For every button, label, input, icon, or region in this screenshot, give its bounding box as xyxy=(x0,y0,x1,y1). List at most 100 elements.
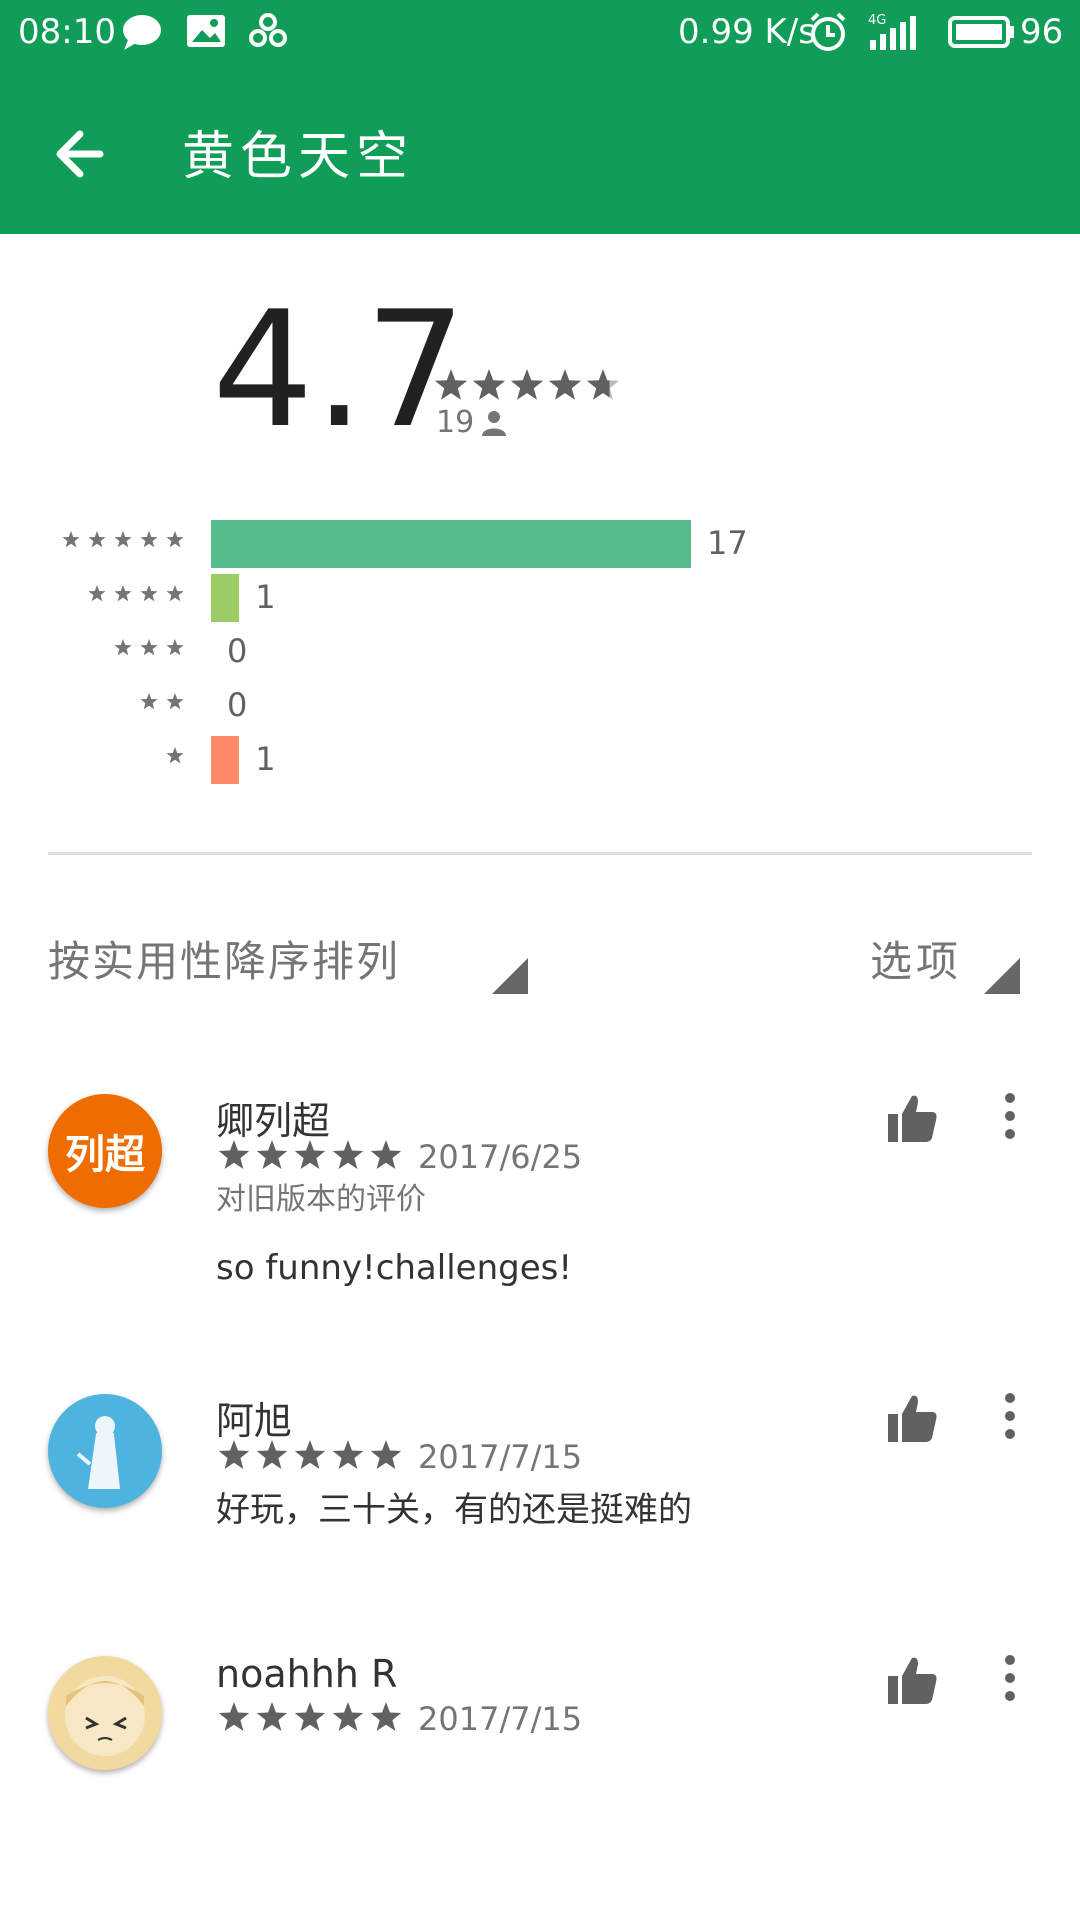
average-rating-stars xyxy=(434,369,620,400)
star-icon xyxy=(114,639,132,656)
star-icon xyxy=(88,585,106,602)
person-icon xyxy=(482,410,507,436)
histogram-count: 17 xyxy=(707,524,748,562)
avatar-illustration-icon xyxy=(76,1416,120,1489)
histogram-count: 0 xyxy=(227,632,248,670)
star-icon xyxy=(510,369,544,400)
image-icon xyxy=(187,15,225,47)
star-icon xyxy=(218,1440,250,1469)
star-icon xyxy=(472,369,506,400)
star-icon xyxy=(140,639,158,656)
star-icon xyxy=(166,747,184,764)
star-icon xyxy=(114,585,132,602)
histogram-count: 0 xyxy=(227,686,248,724)
star-icon xyxy=(332,1440,364,1469)
network-type: 4G xyxy=(868,13,886,28)
avatar[interactable] xyxy=(48,1656,162,1770)
review-version-note: 对旧版本的评价 xyxy=(216,1182,426,1217)
star-icon xyxy=(166,531,184,548)
clover-icon xyxy=(249,13,287,47)
star-icon xyxy=(166,639,184,656)
rating-count-value: 19 xyxy=(436,405,475,440)
star-icon xyxy=(166,585,184,602)
avatar[interactable] xyxy=(48,1394,162,1508)
alarm-icon xyxy=(810,12,846,51)
histogram-bar xyxy=(211,574,240,622)
divider xyxy=(48,852,1032,855)
review-stars xyxy=(216,1438,404,1472)
thumbs-up-icon[interactable] xyxy=(884,1652,940,1708)
battery-level: 96 xyxy=(1020,12,1064,52)
star-icon xyxy=(218,1702,250,1731)
avatar-text: 列超 xyxy=(65,1132,145,1178)
options-dropdown-arrow-icon[interactable] xyxy=(984,958,1020,994)
reviewer-name: 卿列超 xyxy=(216,1099,331,1143)
histogram-row-4-star: 1 xyxy=(0,574,1080,622)
thumbs-up-icon[interactable] xyxy=(884,1390,940,1446)
app-bar: 黄色天空 xyxy=(0,66,1080,234)
star-icon xyxy=(218,1140,250,1169)
histogram-star-label xyxy=(164,744,186,766)
star-icon xyxy=(256,1702,288,1731)
options-dropdown[interactable]: 选项 xyxy=(870,928,962,989)
histogram-row-5-star: 17 xyxy=(0,520,1080,568)
reviewer-name: 阿旭 xyxy=(216,1399,293,1443)
thumbs-up-icon[interactable] xyxy=(884,1090,940,1146)
star-icon xyxy=(332,1702,364,1731)
sort-dropdown[interactable]: 按实用性降序排列 xyxy=(48,928,400,989)
star-icon xyxy=(114,531,132,548)
review-date: 2017/7/15 xyxy=(418,1700,583,1738)
sort-dropdown-arrow-icon[interactable] xyxy=(492,958,528,994)
star-icon xyxy=(256,1440,288,1469)
reviewer-name: noahhh R xyxy=(216,1652,398,1696)
star-icon xyxy=(294,1702,326,1731)
star-icon xyxy=(88,531,106,548)
review-date: 2017/7/15 xyxy=(418,1438,583,1476)
rating-count: 19 xyxy=(436,405,508,440)
review-stars xyxy=(216,1138,404,1172)
histogram-bar xyxy=(211,736,240,784)
star-icon xyxy=(434,369,468,400)
star-icon xyxy=(166,693,184,710)
signal-icon: 4G xyxy=(868,13,916,50)
star-icon xyxy=(140,585,158,602)
avatar-illustration-icon xyxy=(65,1676,145,1756)
histogram-row-2-star: 0 xyxy=(0,682,1080,730)
page-title: 黄色天空 xyxy=(182,127,415,187)
more-options-icon[interactable] xyxy=(990,1652,1030,1708)
star-icon xyxy=(140,531,158,548)
review-date: 2017/6/25 xyxy=(418,1138,583,1176)
battery-icon xyxy=(948,16,1014,48)
back-arrow-icon[interactable] xyxy=(44,114,124,194)
star-icon xyxy=(294,1140,326,1169)
star-icon xyxy=(370,1440,402,1469)
star-icon xyxy=(332,1140,364,1169)
histogram-bar xyxy=(211,520,691,568)
star-icon xyxy=(62,531,80,548)
more-options-icon[interactable] xyxy=(990,1390,1030,1446)
histogram-star-label xyxy=(86,582,186,604)
star-icon xyxy=(370,1702,402,1731)
review-text: so funny!challenges! xyxy=(216,1248,572,1288)
review-text: 好玩，三十关，有的还是挺难的 xyxy=(216,1490,692,1530)
histogram-star-label xyxy=(60,528,186,550)
review-stars xyxy=(216,1700,404,1734)
histogram-count: 1 xyxy=(255,740,276,778)
histogram-row-3-star: 0 xyxy=(0,628,1080,676)
star-icon xyxy=(370,1140,402,1169)
network-speed: 0.99 K/s xyxy=(678,12,816,52)
histogram-star-label xyxy=(112,636,186,658)
star-icon xyxy=(256,1140,288,1169)
average-rating: 4.7 xyxy=(212,276,467,463)
histogram-count: 1 xyxy=(255,578,276,616)
avatar[interactable]: 列超 xyxy=(48,1094,162,1208)
histogram-star-label xyxy=(138,690,186,712)
star-icon xyxy=(548,369,582,400)
star-icon xyxy=(586,369,620,400)
status-bar: 08:10 0.99 K/s 4G 96 xyxy=(0,0,1080,66)
status-time: 08:10 xyxy=(18,12,116,52)
star-icon xyxy=(294,1440,326,1469)
star-icon xyxy=(140,693,158,710)
more-options-icon[interactable] xyxy=(990,1090,1030,1146)
message-icon xyxy=(123,15,161,50)
